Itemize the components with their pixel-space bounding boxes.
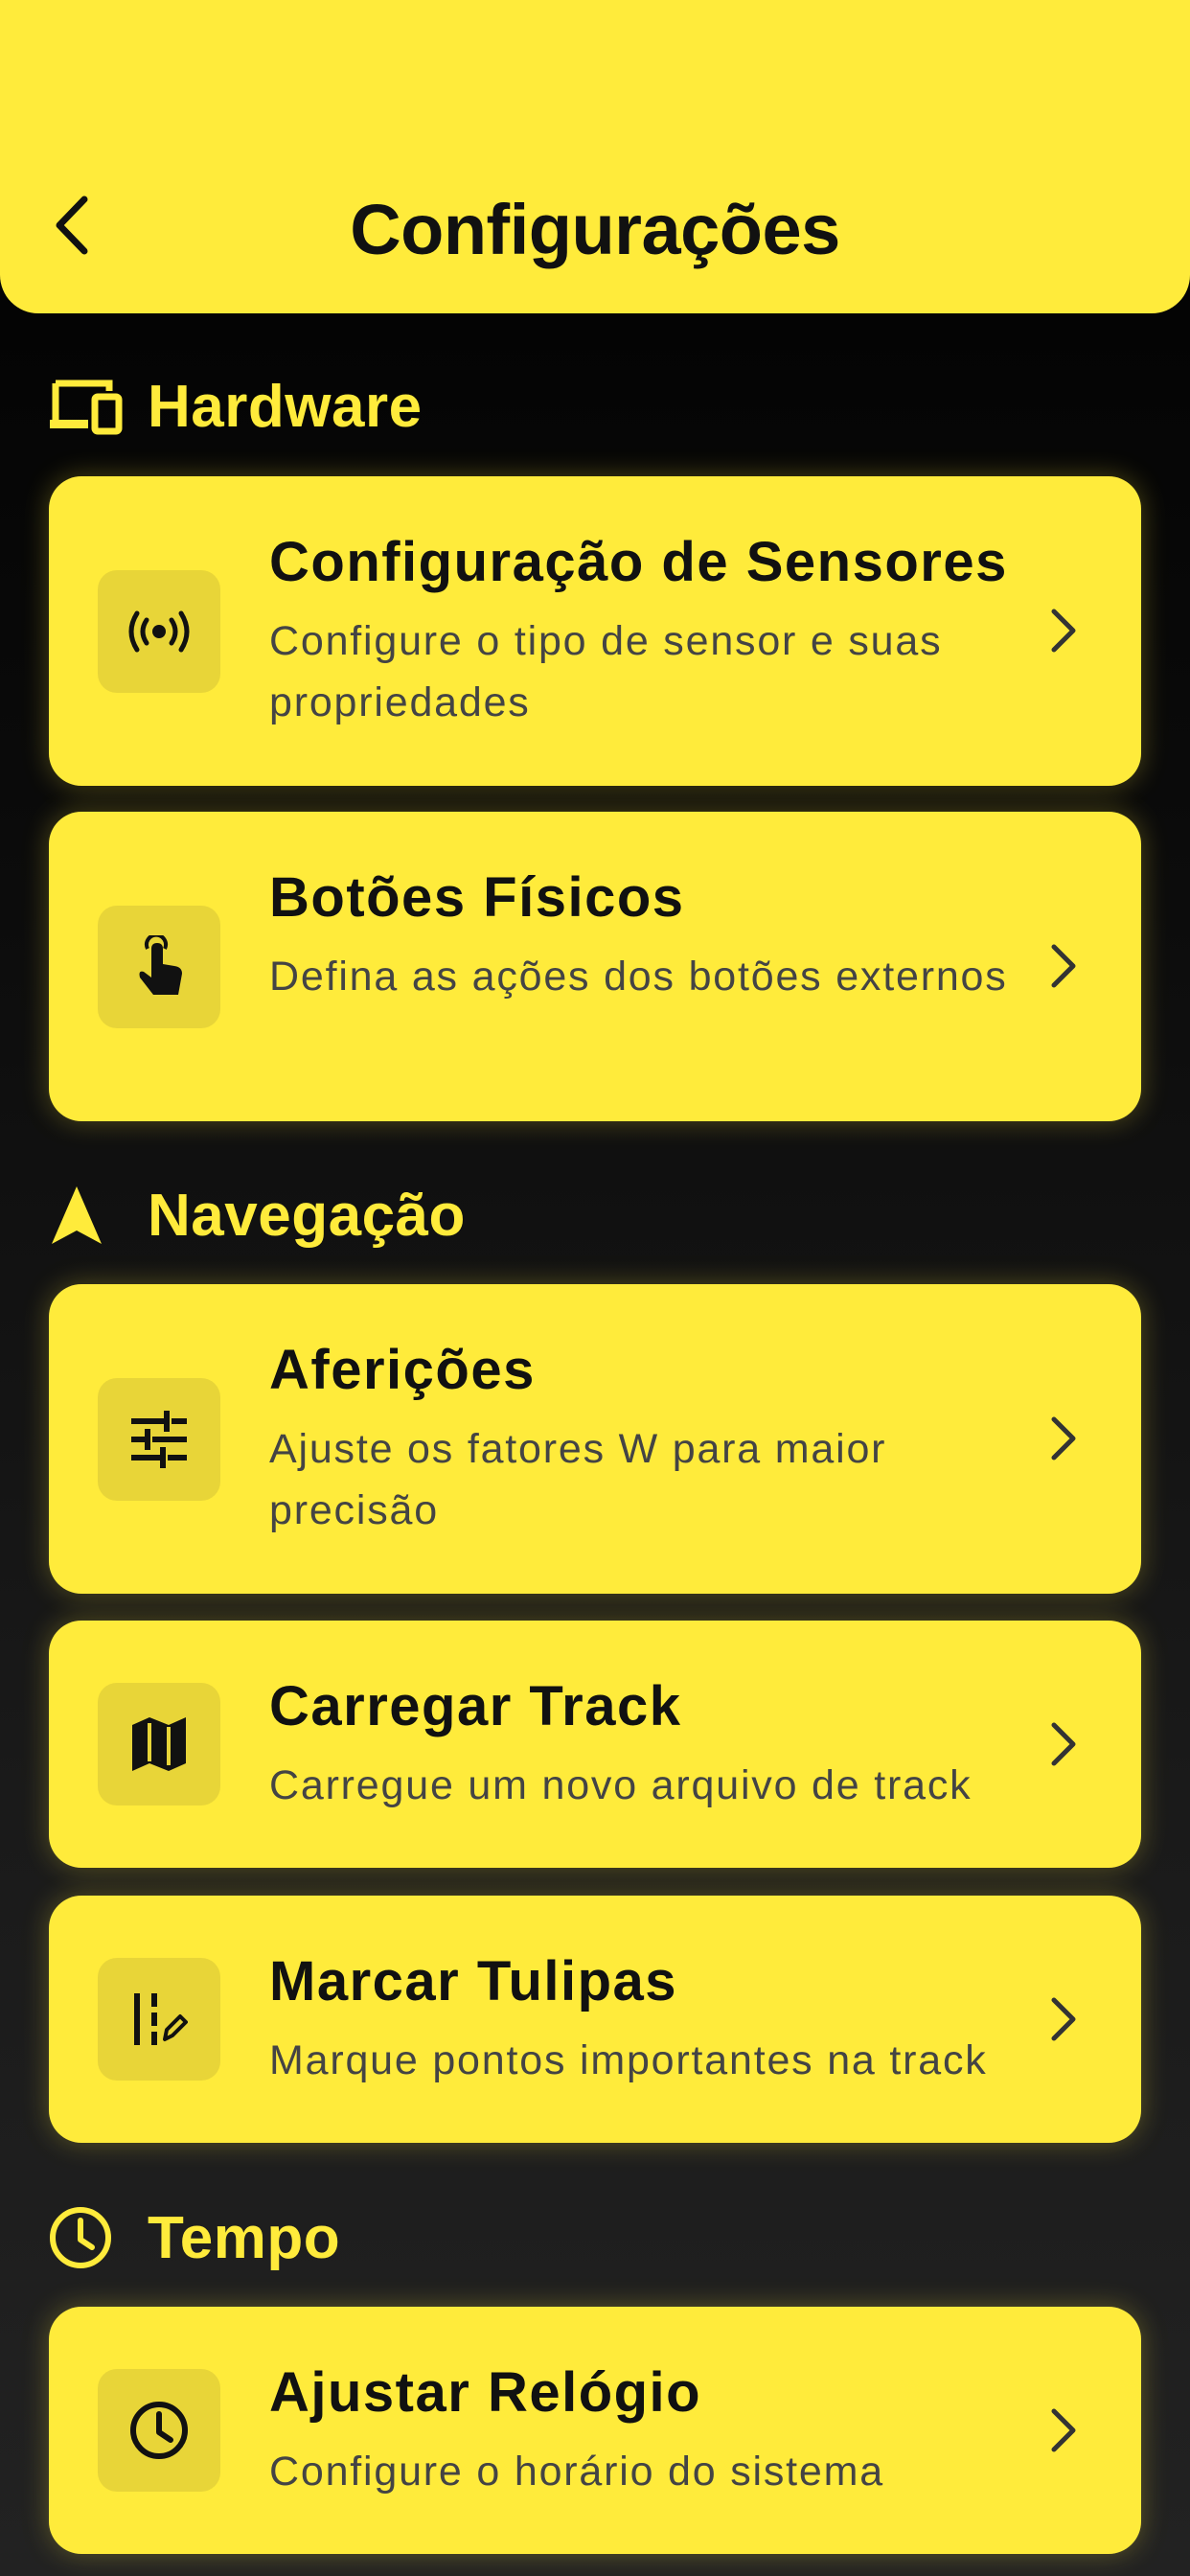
clock-icon [48,2199,125,2276]
page-title: Configurações [350,190,840,269]
map-icon [98,1683,220,1806]
item-description: Marque pontos importantes na track [269,2037,988,2083]
item-title: Carregar Track [269,1675,682,1737]
section-title: Hardware [148,373,423,440]
item-description: Defina as ações dos botões externos [269,954,1008,1000]
chevron-right-icon [1043,1410,1082,1467]
sensors-icon [98,570,220,693]
edit-marks-icon [98,1958,220,2081]
item-title: Configuração de Sensores [269,531,1008,593]
item-title: Botões Físicos [269,866,685,929]
navigation-arrow-icon [48,1177,125,1254]
settings-item-adjust-clock[interactable]: Ajustar Relógio Configure o horário do s… [49,2307,1141,2554]
item-title: Ajustar Relógio [269,2361,702,2424]
settings-item-sensors[interactable]: Configuração de Sensores Configure o tip… [49,476,1141,786]
item-description: Ajuste os fatores W para maior precisão [269,1426,887,1533]
section-header-hardware: Hardware [48,368,423,445]
item-description: Configure o tipo de sensor e suas propri… [269,618,943,725]
chevron-right-icon [1043,937,1082,995]
clock-icon [98,2369,220,2492]
section-header-navigation: Navegação [48,1177,466,1254]
settings-item-mark-tulips[interactable]: Marcar Tulipas Marque pontos importantes… [49,1896,1141,2143]
chevron-right-icon [1043,1715,1082,1773]
item-description: Configure o horário do sistema [269,2449,884,2495]
tune-icon [98,1378,220,1501]
top-app-bar: Configurações [0,0,1190,313]
devices-icon [48,368,125,445]
section-header-time: Tempo [48,2199,340,2276]
settings-item-load-track[interactable]: Carregar Track Carregue um novo arquivo … [49,1621,1141,1868]
item-description: Carregue um novo arquivo de track [269,1762,973,1808]
touch-icon [98,906,220,1028]
item-title: Marcar Tulipas [269,1950,678,2012]
chevron-right-icon [1043,602,1082,659]
section-title: Navegação [148,1182,466,1249]
chevron-right-icon [1043,1990,1082,2048]
section-title: Tempo [148,2204,341,2271]
chevron-right-icon [1043,2402,1082,2459]
settings-item-measurements[interactable]: Aferições Ajuste os fatores W para maior… [49,1284,1141,1594]
settings-item-physical-buttons[interactable]: Botões Físicos Defina as ações dos botõe… [49,812,1141,1121]
item-title: Aferições [269,1339,536,1401]
